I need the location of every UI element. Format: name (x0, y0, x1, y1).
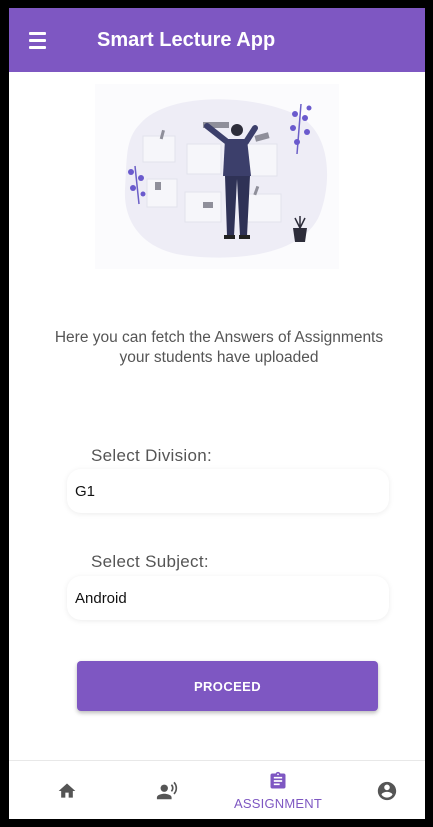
proceed-button[interactable]: PROCEED (77, 661, 378, 711)
nav-item-lecture[interactable] (147, 761, 187, 819)
assignment-icon (270, 771, 286, 789)
app-bar: Smart Lecture App (9, 8, 425, 72)
division-value: G1 (75, 482, 96, 500)
app-title: Smart Lecture App (97, 28, 276, 51)
home-icon (58, 783, 76, 798)
assignment-illustration (95, 84, 339, 269)
nav-label-assignment: ASSIGNMENT (234, 796, 322, 811)
account-circle-icon (377, 781, 397, 800)
nav-item-home[interactable] (47, 761, 87, 819)
nav-item-assignment[interactable]: ASSIGNMENT (223, 761, 333, 819)
subject-field[interactable]: Android (67, 576, 389, 620)
division-field[interactable]: G1 (67, 469, 389, 513)
nav-item-profile[interactable] (367, 761, 407, 819)
division-label: Select Division: (91, 446, 213, 465)
page-description: Here you can fetch the Answers of Assign… (54, 329, 384, 366)
subject-label: Select Subject: (91, 552, 209, 571)
device-frame: Smart Lecture App Here you can fetch the… (0, 0, 433, 827)
hamburger-menu-icon[interactable] (29, 28, 59, 52)
bottom-navigation: ASSIGNMENT (9, 760, 425, 819)
subject-value: Android (75, 589, 127, 607)
app-screen: Smart Lecture App Here you can fetch the… (9, 8, 425, 819)
person-at-board-illustration (124, 99, 328, 258)
record-voice-icon (156, 781, 178, 799)
